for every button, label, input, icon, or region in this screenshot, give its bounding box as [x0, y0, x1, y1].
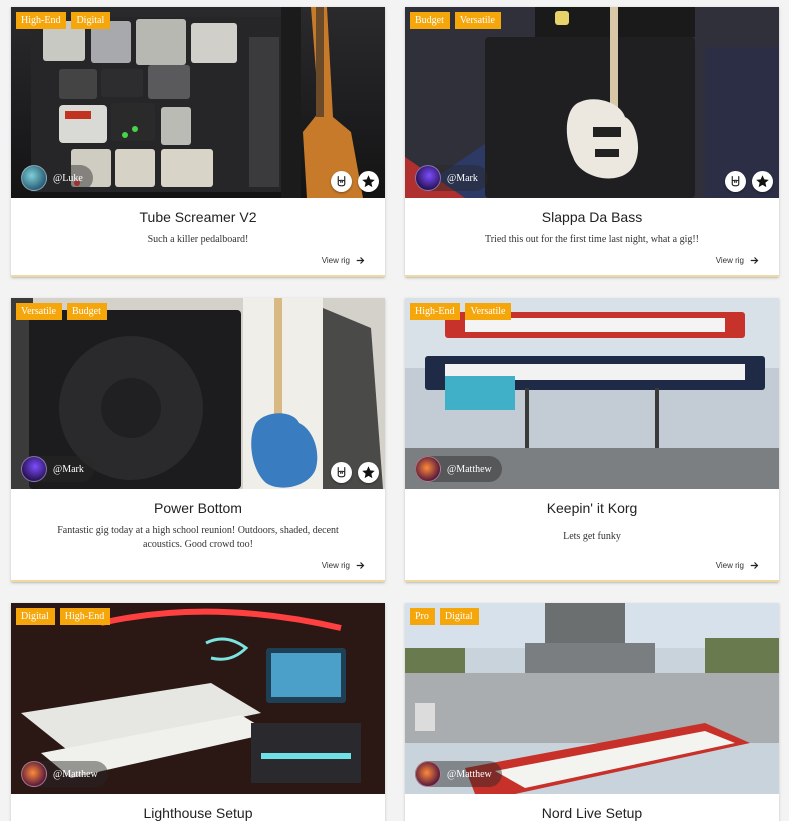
tag-badge[interactable]: High-End: [59, 608, 111, 625]
arrow-right-icon: [356, 257, 365, 264]
username: @Luke: [53, 172, 83, 184]
rig-photo[interactable]: High-End Versatile @Matthew: [405, 298, 779, 489]
rock-on-button[interactable]: [331, 171, 352, 192]
favorite-button[interactable]: [358, 171, 379, 192]
view-rig-link[interactable]: View rig: [716, 561, 759, 570]
rig-description: Lets get funky: [563, 531, 621, 542]
tag-badge[interactable]: High-End: [410, 303, 461, 320]
star-icon: [756, 175, 769, 188]
view-rig-label: View rig: [321, 256, 350, 265]
view-rig-label: View rig: [321, 561, 350, 570]
avatar: [415, 456, 441, 482]
rig-title: Keepin' it Korg: [546, 500, 638, 516]
star-icon: [362, 466, 375, 479]
arrow-right-icon: [356, 562, 365, 569]
avatar: [415, 761, 441, 787]
rig-card[interactable]: Pro Digital @Matthew Nord Live Setup: [405, 603, 779, 821]
tag-badge[interactable]: Digital: [71, 12, 111, 29]
rig-description: Fantastic gig today at a high school reu…: [57, 525, 339, 550]
arrow-right-icon: [750, 257, 759, 264]
avatar: [415, 165, 441, 191]
card-actions: [331, 171, 379, 192]
username: @Mark: [53, 463, 84, 475]
rig-card[interactable]: High-End Digital @Luke Tube Screamer V2 …: [11, 7, 385, 277]
view-rig-link[interactable]: View rig: [322, 256, 365, 265]
tag-badge[interactable]: Budget: [410, 12, 450, 29]
rig-photo[interactable]: Pro Digital @Matthew: [405, 603, 779, 794]
user-chip[interactable]: @Mark: [21, 456, 94, 482]
tag-badge[interactable]: Versatile: [465, 303, 512, 320]
tag-list: Digital High-End: [16, 608, 111, 625]
rig-card[interactable]: Versatile Budget @Mark Power Bottom Fant…: [11, 298, 385, 582]
tag-badge[interactable]: Budget: [67, 303, 107, 320]
favorite-button[interactable]: [752, 171, 773, 192]
user-chip[interactable]: @Mark: [415, 165, 488, 191]
star-icon: [362, 175, 375, 188]
user-chip[interactable]: @Matthew: [21, 761, 108, 787]
rock-hand-icon: [731, 176, 740, 187]
rig-card[interactable]: Digital High-End @Matthew Lighthouse Set…: [11, 603, 385, 821]
card-actions: [331, 462, 379, 483]
tag-badge[interactable]: Pro: [410, 608, 435, 625]
tag-list: Versatile Budget: [16, 303, 107, 320]
rig-title: Nord Live Setup: [541, 805, 643, 821]
rock-on-button[interactable]: [331, 462, 352, 483]
tag-badge[interactable]: Versatile: [454, 12, 501, 29]
rock-hand-icon: [337, 467, 346, 478]
tag-list: High-End Versatile: [410, 303, 512, 320]
user-chip[interactable]: @Matthew: [415, 761, 502, 787]
tag-badge[interactable]: Versatile: [16, 303, 62, 320]
tag-badge[interactable]: High-End: [16, 12, 67, 29]
rig-card[interactable]: Budget Versatile @Mark Slappa Da Bass Tr…: [405, 7, 779, 277]
avatar: [21, 761, 47, 787]
rock-on-button[interactable]: [725, 171, 746, 192]
rig-description: Such a killer pedalboard!: [147, 234, 249, 245]
tag-badge[interactable]: Digital: [16, 608, 55, 625]
tag-list: Budget Versatile: [410, 12, 501, 29]
rig-title: Lighthouse Setup: [143, 805, 253, 821]
view-rig-link[interactable]: View rig: [322, 561, 365, 570]
tag-list: High-End Digital: [16, 12, 111, 29]
rig-photo[interactable]: Budget Versatile @Mark: [405, 7, 779, 198]
rig-card[interactable]: High-End Versatile @Matthew Keepin' it K…: [405, 298, 779, 582]
tag-badge[interactable]: Digital: [439, 608, 479, 625]
arrow-right-icon: [750, 562, 759, 569]
rig-title: Tube Screamer V2: [139, 209, 257, 225]
username: @Matthew: [447, 768, 492, 780]
rock-hand-icon: [337, 176, 346, 187]
view-rig-link[interactable]: View rig: [716, 256, 759, 265]
username: @Matthew: [53, 768, 98, 780]
rig-photo[interactable]: High-End Digital @Luke: [11, 7, 385, 198]
user-chip[interactable]: @Matthew: [415, 456, 502, 482]
rig-title: Slappa Da Bass: [541, 209, 643, 225]
card-actions: [725, 171, 773, 192]
view-rig-label: View rig: [715, 561, 744, 570]
favorite-button[interactable]: [358, 462, 379, 483]
user-chip[interactable]: @Luke: [21, 165, 93, 191]
username: @Mark: [447, 172, 478, 184]
username: @Matthew: [447, 463, 492, 475]
tag-list: Pro Digital: [410, 608, 479, 625]
view-rig-label: View rig: [715, 256, 744, 265]
rig-title: Power Bottom: [154, 500, 242, 516]
rig-photo[interactable]: Digital High-End @Matthew: [11, 603, 385, 794]
rig-description: Tried this out for the first time last n…: [484, 234, 700, 245]
rig-photo[interactable]: Versatile Budget @Mark: [11, 298, 385, 489]
avatar: [21, 456, 47, 482]
avatar: [21, 165, 47, 191]
